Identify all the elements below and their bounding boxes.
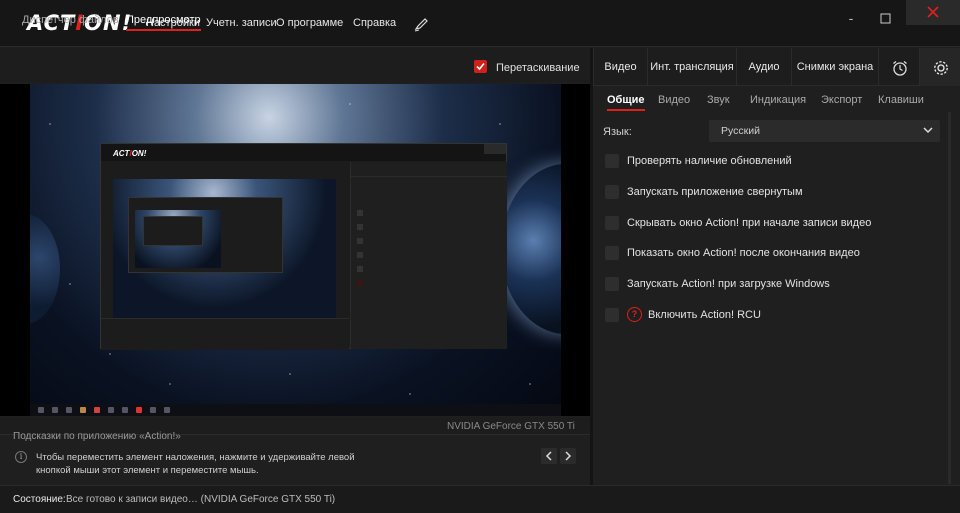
hint-text: Чтобы переместить элемент наложения, наж… (36, 452, 355, 476)
subtab-video[interactable]: Видео (658, 94, 690, 106)
hint-title: Подсказки по приложению «Action!» (13, 431, 181, 442)
taskbar-icon (80, 407, 86, 413)
option-label: Показать окно Action! после окончания ви… (627, 247, 860, 259)
nested-row (357, 224, 502, 230)
hint-prev-button[interactable] (541, 448, 557, 464)
nested-hint (101, 318, 349, 350)
tab-settings[interactable] (919, 48, 960, 86)
menu-item-accounts[interactable]: Учетн. записи (206, 17, 277, 29)
preview-canvas[interactable]: ACTION! (30, 84, 561, 416)
tab-file-manager[interactable]: Диспетчер файлов (22, 14, 119, 26)
nested-row (357, 252, 502, 258)
tab-live-stream[interactable]: Инт. трансляция (647, 48, 736, 86)
nested-settings-tabs (351, 162, 507, 177)
taskbar-icon (108, 407, 114, 413)
nested-row (357, 238, 502, 244)
drag-label: Перетаскивание (496, 62, 580, 74)
chevron-right-icon (565, 451, 572, 461)
option-checkbox[interactable] (605, 154, 619, 168)
warning-icon: ? (627, 307, 642, 322)
maximize-icon[interactable] (875, 10, 897, 28)
option-checkbox[interactable] (605, 308, 619, 322)
taskbar-icon (136, 407, 142, 413)
menu-group-about: О программе (276, 17, 354, 29)
subtab-general[interactable]: Общие (607, 94, 645, 111)
option-label: Скрывать окно Action! при начале записи … (627, 217, 872, 229)
option-checkbox[interactable] (605, 216, 619, 230)
nested-logo: ACTION! (113, 149, 147, 158)
option-checkbox[interactable] (605, 277, 619, 291)
settings-scrollbar[interactable] (948, 112, 951, 484)
taskbar-icon (38, 407, 44, 413)
taskbar-icon (164, 407, 170, 413)
nested-inner-preview (135, 210, 221, 268)
subtab-sound[interactable]: Звук (707, 94, 730, 106)
gpu-label: NVIDIA GeForce GTX 550 Ti (447, 421, 575, 432)
nested-close (484, 144, 506, 154)
nested-taskbar (30, 404, 561, 416)
taskbar-icon (122, 407, 128, 413)
option-label: Проверять наличие обновлений (627, 155, 792, 167)
taskbar-icon (94, 407, 100, 413)
alarm-clock-icon (893, 60, 907, 76)
subtab-hotkeys[interactable]: Клавиши (878, 94, 924, 106)
nested-tabs (101, 162, 349, 177)
menu-item-help[interactable]: Справка (353, 17, 396, 29)
nested-row (357, 266, 502, 272)
tab-preview[interactable]: Предпросмотр (126, 14, 201, 31)
menu-item-about[interactable]: О программе (276, 17, 343, 29)
nested-inner-window-2 (143, 216, 203, 246)
minimize-icon[interactable]: - (840, 10, 862, 28)
menu-group-help: Справка (353, 17, 407, 29)
pen-icon[interactable] (414, 16, 430, 32)
status-text: Все готово к записи видео… (NVIDIA GeFor… (66, 494, 336, 505)
language-label: Язык: (603, 126, 632, 138)
nested-app-window: ACTION! (100, 143, 507, 350)
option-label: Запускать приложение свернутым (627, 186, 803, 198)
drag-checkbox[interactable] (474, 60, 487, 73)
subtab-indication[interactable]: Индикация (750, 94, 806, 106)
close-icon[interactable] (906, 0, 960, 25)
action-app-window: ACTION! Настройки Учетн. записи О програ… (0, 0, 960, 513)
hint-next-button[interactable] (560, 448, 576, 464)
tab-screenshots[interactable]: Снимки экрана (791, 48, 878, 86)
option-checkbox[interactable] (605, 246, 619, 260)
nested-row (357, 280, 502, 286)
tab-video[interactable]: Видео (593, 48, 647, 86)
gear-icon (934, 61, 948, 75)
tab-scheduler[interactable] (878, 48, 919, 86)
option-label: Запускать Action! при загрузке Windows (627, 278, 830, 290)
taskbar-icon (150, 407, 156, 413)
subtab-export[interactable]: Экспорт (821, 94, 862, 106)
chevron-left-icon (545, 451, 552, 461)
status-label: Состояние: (13, 494, 66, 505)
nested-title-bar (101, 144, 506, 161)
option-checkbox[interactable] (605, 185, 619, 199)
nested-preview (113, 179, 336, 318)
checkmark-icon (476, 62, 485, 71)
tab-audio[interactable]: Аудио (736, 48, 791, 86)
option-label: Включить Action! RCU (648, 309, 761, 321)
info-icon: i (15, 451, 27, 463)
chevron-down-icon (923, 127, 933, 134)
nested-row (357, 210, 502, 216)
language-select[interactable]: Русский (709, 120, 940, 142)
taskbar-icon (52, 407, 58, 413)
taskbar-icon (66, 407, 72, 413)
language-value: Русский (721, 125, 760, 137)
nested-settings (350, 162, 507, 349)
nested-inner-window (128, 197, 283, 273)
settings-pane (593, 48, 960, 485)
